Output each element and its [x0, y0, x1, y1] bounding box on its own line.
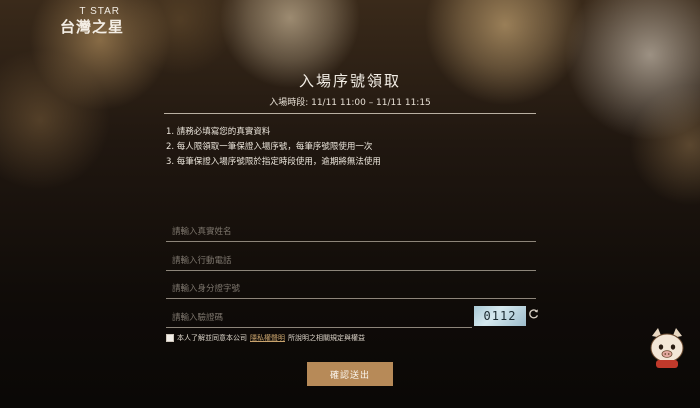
rules-list: 1. 請務必填寫您的真實資料 2. 每人限領取一筆保證入場序號，每筆序號限使用一…: [166, 125, 546, 170]
name-input[interactable]: [166, 219, 536, 241]
captcha-input[interactable]: [166, 305, 472, 327]
phone-input[interactable]: [166, 248, 536, 270]
agree-text-suffix: 所說明之相關規定與權益: [288, 334, 365, 342]
rule-item: 3. 每筆保證入場序號限於指定時段使用，逾期將無法使用: [166, 157, 381, 167]
entry-time-slot: 入場時段: 11/11 11:00 – 11/11 11:15: [269, 98, 431, 108]
id-field: [166, 276, 536, 299]
agree-checkbox[interactable]: [166, 334, 174, 342]
captcha-image: 0112: [474, 306, 526, 326]
rule-item: 1. 請務必填寫您的真實資料: [166, 127, 271, 137]
brand-name-zh: 台灣之星: [60, 18, 125, 36]
title-divider: [164, 113, 536, 114]
brand-logo[interactable]: T STAR 台灣之星: [60, 6, 124, 37]
id-number-input[interactable]: [166, 276, 536, 298]
captcha-field: [166, 305, 472, 328]
agree-text-prefix: 本人了解並同意本公司: [177, 334, 247, 342]
rule-item: 2. 每人限領取一筆保證入場序號，每筆序號限使用一次: [166, 142, 373, 152]
page-title: 入場序號領取: [298, 72, 401, 90]
privacy-policy-link[interactable]: 隱私權聲明: [250, 333, 285, 343]
phone-field: [166, 248, 536, 271]
mascot-icon: [644, 326, 690, 372]
name-field: [166, 219, 536, 242]
refresh-icon[interactable]: [528, 308, 540, 320]
agreement-row: 本人了解並同意本公司 隱私權聲明 所說明之相關規定與權益: [166, 333, 365, 343]
submit-button[interactable]: 確認送出: [307, 362, 393, 386]
bokeh-background: [0, 0, 700, 408]
